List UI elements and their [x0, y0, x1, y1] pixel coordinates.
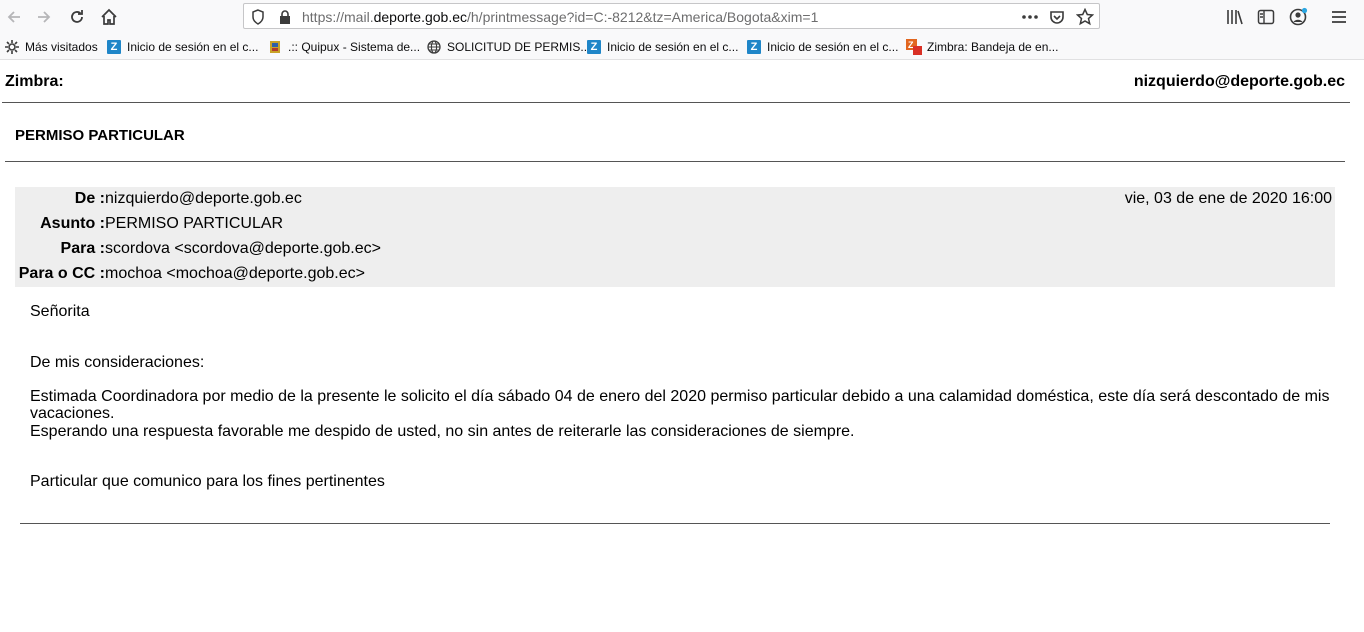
user-email: nizquierdo@deporte.gob.ec — [1133, 73, 1345, 90]
from-label: De : — [74, 190, 105, 207]
header-cc: Para o CC : mochoa <mochoa@deporte.gob.e… — [15, 265, 1335, 290]
bookmark-label: Inicio de sesión en el c... — [607, 39, 739, 54]
bookmark-label: Zimbra: Bandeja de en... — [927, 39, 1059, 54]
body-line-request: Estimada Coordinadora por medio de la pr… — [30, 388, 1330, 422]
to-value: scordova <scordova@deporte.gob.ec> — [105, 240, 381, 257]
bookmarks-bar: Más visitados Z Inicio de sesión en el c… — [0, 34, 1364, 60]
url-path: /h/printmessage?id=C:-8212&tz=America/Bo… — [467, 9, 819, 25]
library-icon[interactable] — [1223, 5, 1247, 29]
app-title: Zimbra: — [5, 73, 64, 90]
pocket-icon[interactable] — [1047, 7, 1067, 27]
cc-label: Para o CC : — [18, 265, 105, 282]
menu-icon[interactable] — [1327, 5, 1351, 29]
message-date: vie, 03 de ene de 2020 16:00 — [1124, 190, 1332, 207]
bookmark-solicitud[interactable]: SOLICITUD DE PERMIS... — [426, 38, 590, 55]
url-bar[interactable]: https://mail.deporte.gob.ec/h/printmessa… — [243, 3, 1100, 29]
body-line-considerations: De mis consideraciones: — [30, 354, 205, 371]
bookmark-label: Más visitados — [25, 39, 98, 54]
zimbra-icon: Z — [586, 39, 602, 55]
message-subject-title: PERMISO PARTICULAR — [15, 127, 185, 144]
account-icon[interactable] — [1286, 5, 1310, 29]
body-closing: Particular que comunico para los fines p… — [30, 473, 385, 490]
browser-toolbar: https://mail.deporte.gob.ec/h/printmessa… — [0, 0, 1364, 34]
globe-icon — [426, 39, 442, 55]
bookmark-label: .:: Quipux - Sistema de... — [288, 39, 421, 54]
lock-icon[interactable] — [275, 7, 295, 27]
zimbra-mail-icon: Z — [906, 38, 922, 55]
bookmark-mas-visitados[interactable]: Más visitados — [4, 38, 98, 55]
url-text: https://mail.deporte.gob.ec/h/printmessa… — [302, 9, 818, 25]
body-line-farewell: Esperando una respuesta favorable me des… — [30, 423, 855, 440]
more-icon[interactable] — [1020, 7, 1040, 27]
header-to: Para : scordova <scordova@deporte.gob.ec… — [15, 240, 1335, 265]
from-value: nizquierdo@deporte.gob.ec — [105, 190, 302, 207]
back-icon[interactable] — [2, 5, 26, 29]
bookmark-label: Inicio de sesión en el c... — [127, 39, 259, 54]
reload-icon[interactable] — [65, 5, 89, 29]
header-subject: Asunto : PERMISO PARTICULAR — [15, 215, 1335, 240]
bookmark-inicio-1[interactable]: Z Inicio de sesión en el c... — [106, 38, 258, 55]
bookmark-quipux[interactable]: .:: Quipux - Sistema de... — [267, 38, 420, 55]
divider — [5, 161, 1345, 162]
subject-label: Asunto : — [40, 215, 105, 232]
bookmark-label: SOLICITUD DE PERMIS... — [447, 39, 591, 54]
forward-icon[interactable] — [32, 5, 56, 29]
bookmark-inicio-3[interactable]: Z Inicio de sesión en el c... — [746, 38, 898, 55]
cc-value: mochoa <mochoa@deporte.gob.ec> — [105, 265, 365, 282]
sidebar-icon[interactable] — [1254, 5, 1278, 29]
shield-icon[interactable] — [248, 7, 268, 27]
gear-icon — [4, 39, 20, 55]
message-headers: De : nizquierdo@deporte.gob.ec vie, 03 d… — [15, 187, 1335, 287]
bookmark-zimbra-bandeja[interactable]: Z Zimbra: Bandeja de en... — [906, 38, 1058, 55]
bookmark-inicio-2[interactable]: Z Inicio de sesión en el c... — [586, 38, 738, 55]
page-header: Zimbra: nizquierdo@deporte.gob.ec — [5, 73, 1345, 91]
divider — [20, 523, 1330, 524]
subject-value: PERMISO PARTICULAR — [105, 215, 284, 232]
header-from: De : nizquierdo@deporte.gob.ec vie, 03 d… — [15, 190, 1335, 215]
body-greeting: Señorita — [30, 303, 90, 320]
url-domain: deporte.gob.ec — [373, 9, 467, 25]
zimbra-icon: Z — [746, 39, 762, 55]
home-icon[interactable] — [97, 5, 121, 29]
to-label: Para : — [60, 240, 105, 257]
divider — [2, 102, 1350, 103]
zimbra-icon: Z — [106, 39, 122, 55]
quipux-icon — [267, 39, 283, 55]
url-prefix: https://mail. — [302, 9, 374, 25]
bookmark-label: Inicio de sesión en el c... — [767, 39, 899, 54]
star-icon[interactable] — [1075, 7, 1095, 27]
